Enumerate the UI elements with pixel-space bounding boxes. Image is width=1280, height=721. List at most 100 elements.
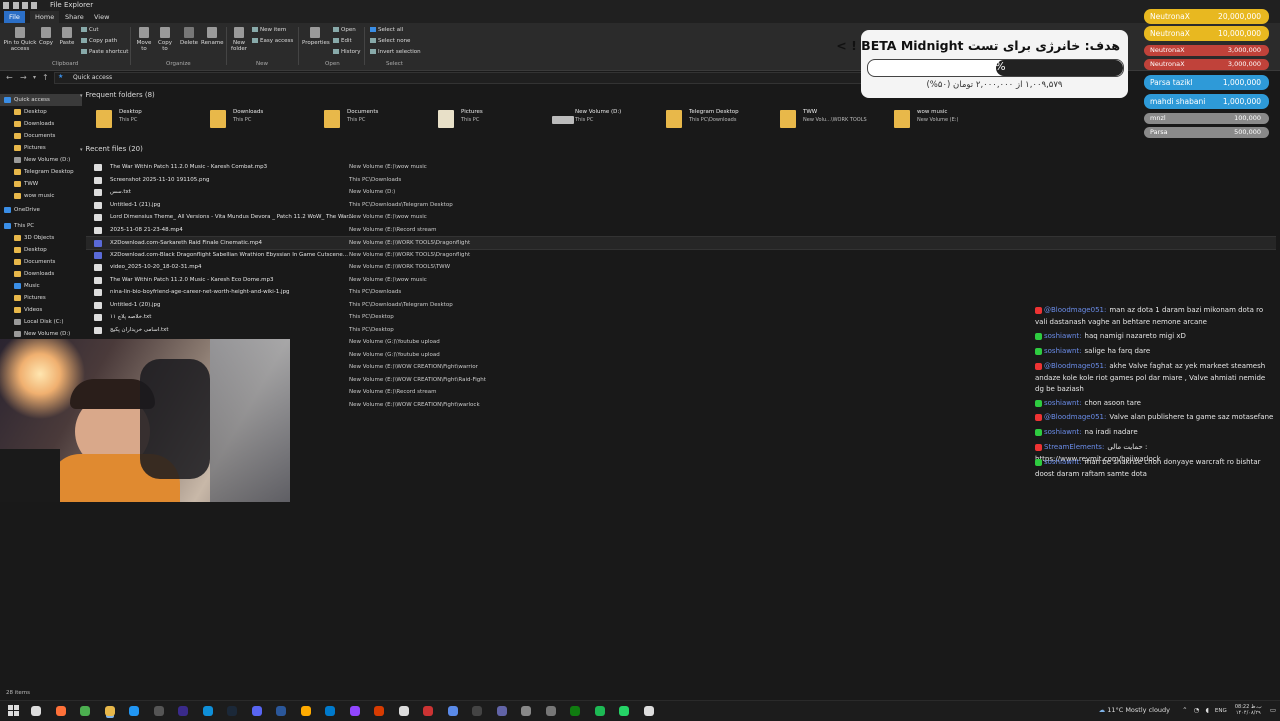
file-row[interactable]: Lord Dimensius Theme_ All Versions - Vit… [86, 211, 1276, 223]
folder-tile[interactable]: New Volume (D:) This PC [540, 106, 650, 132]
folder-tile[interactable]: TWW New Volu...\WORK TOOLS [768, 106, 878, 132]
folder-tile[interactable]: Downloads This PC [198, 106, 308, 132]
weather-text[interactable]: 11°C Mostly cloudy [1107, 706, 1170, 714]
new-folder-button[interactable]: New folder [229, 27, 249, 52]
tray-chevron-icon[interactable]: ⌃ [1182, 706, 1187, 714]
firefox-icon[interactable] [55, 706, 66, 716]
invert-selection-button[interactable]: Invert selection [370, 49, 421, 55]
folder-tile[interactable]: Documents This PC [312, 106, 422, 132]
move-to-button[interactable]: Move to [134, 27, 154, 52]
sidebar-item[interactable]: Quick access [0, 94, 82, 106]
folder-tile[interactable]: Desktop This PC [84, 106, 194, 132]
volume-icon[interactable]: ◖ [1205, 706, 1208, 714]
new-item-button[interactable]: New item [252, 27, 286, 33]
select-all-button[interactable]: Select all [370, 27, 403, 33]
sidebar-item[interactable]: OneDrive [0, 204, 82, 216]
properties-button[interactable]: Properties [302, 27, 330, 46]
file-row[interactable]: سس.txt New Volume (D:) [86, 186, 1276, 198]
back-icon[interactable]: ← [6, 73, 13, 82]
tab-view[interactable]: View [89, 11, 114, 23]
sidebar-item[interactable]: Music [0, 280, 92, 292]
whatsapp-icon[interactable] [619, 706, 629, 716]
app-icon[interactable] [472, 706, 482, 716]
app-icon[interactable] [521, 706, 531, 716]
open-button[interactable]: Open [333, 27, 356, 33]
premiere-icon[interactable] [178, 706, 188, 716]
vs-code-icon[interactable] [325, 706, 335, 716]
recent-files-header[interactable]: ▾ Recent files (20) [80, 145, 143, 153]
sidebar-item[interactable]: Pictures [0, 292, 92, 304]
app-icon[interactable] [545, 706, 556, 716]
steam-icon[interactable] [227, 706, 237, 716]
clock[interactable]: 08:22 ب.ظ ۱۴۰۴/۰۸/۲۹ [1235, 704, 1262, 716]
easy-access-button[interactable]: Easy access [252, 38, 293, 44]
chrome-icon[interactable] [129, 706, 139, 716]
paste-button[interactable]: Paste [58, 27, 76, 46]
file-row[interactable]: Untitled-1 (21).jpg This PC\Downloads\Tel… [86, 199, 1276, 211]
select-none-button[interactable]: Select none [370, 38, 410, 44]
chart-icon[interactable] [447, 706, 458, 716]
folder-tile[interactable]: Telegram Desktop This PC\Downloads [654, 106, 764, 132]
paste-shortcut-button[interactable]: Paste shortcut [81, 49, 128, 55]
tab-share[interactable]: Share [60, 11, 89, 23]
sidebar-item[interactable]: Desktop [0, 244, 92, 256]
sidebar-item[interactable]: Documents [0, 130, 92, 142]
copy-to-button[interactable]: Copy to [155, 27, 175, 52]
sidebar-item[interactable]: Downloads [0, 118, 92, 130]
media-icon[interactable] [643, 706, 654, 716]
up-icon[interactable]: ↑ [42, 73, 49, 82]
chrome-icon[interactable] [80, 706, 90, 716]
copy-button[interactable]: Copy [38, 27, 54, 46]
teams-icon[interactable] [496, 706, 507, 716]
file-row[interactable]: Screenshot 2025-11-10 191105.png This PC\… [86, 174, 1276, 186]
quick-access-toolbar-icon[interactable] [31, 2, 37, 9]
quick-access-toolbar-icon[interactable] [22, 2, 28, 9]
sidebar-item[interactable]: Telegram Desktop [0, 166, 92, 178]
pin-button[interactable]: Pin to Quick access [2, 27, 38, 52]
rename-button[interactable]: Rename [201, 27, 224, 46]
sidebar-item[interactable]: Videos [0, 304, 92, 316]
weather-icon[interactable]: ☁ [1099, 706, 1106, 714]
wifi-icon[interactable]: ◔ [1194, 706, 1200, 714]
quick-access-toolbar-icon[interactable] [13, 2, 19, 9]
sidebar-item[interactable]: New Volume (D:) [0, 154, 92, 166]
spotify-icon[interactable] [594, 706, 605, 716]
edit-button[interactable]: Edit [333, 38, 352, 44]
sidebar-item[interactable]: Local Disk (C:) [0, 316, 92, 328]
sidebar-item[interactable]: 3D Objects [0, 232, 92, 244]
forward-icon[interactable]: → [20, 73, 27, 82]
folder-tile[interactable]: Pictures This PC [426, 106, 536, 132]
cut-button[interactable]: Cut [81, 27, 98, 33]
sidebar-item[interactable]: TWW [0, 178, 92, 190]
edge-icon[interactable] [202, 706, 213, 716]
folder-tile[interactable]: wow music New Volume (E:) [882, 106, 992, 132]
address-bar[interactable]: ★ Quick access [54, 72, 866, 84]
office-icon[interactable] [374, 706, 384, 716]
sidebar-item[interactable]: Downloads [0, 268, 92, 280]
delete-button[interactable]: Delete [178, 27, 200, 46]
notepad-icon[interactable] [398, 706, 409, 716]
tab-file[interactable]: File [4, 11, 25, 23]
windows-start-icon[interactable] [8, 705, 20, 717]
xbox-icon[interactable] [570, 706, 580, 716]
sidebar-item[interactable]: wow music [0, 190, 92, 202]
sidebar-item[interactable]: Documents [0, 256, 92, 268]
app-icon[interactable] [423, 706, 433, 716]
file-explorer-icon[interactable] [104, 706, 115, 716]
notification-icon[interactable]: ▭ [1270, 706, 1276, 714]
word-icon[interactable] [276, 706, 286, 716]
file-row[interactable]: The War Within Patch 11.2.0 Music - Kare… [86, 161, 1276, 173]
file-row[interactable]: X2Download.com-Black Dragonflight Sabell… [86, 249, 1276, 261]
twitch-icon[interactable] [349, 706, 360, 716]
sidebar-item[interactable]: This PC [0, 220, 82, 232]
language-indicator[interactable]: ENG [1215, 708, 1227, 714]
file-row[interactable]: The War Within Patch 11.2.0 Music - Kare… [86, 274, 1276, 286]
rockstar-icon[interactable] [300, 706, 311, 716]
search-icon[interactable] [31, 706, 41, 716]
obs-icon[interactable] [153, 706, 164, 716]
frequent-folders-header[interactable]: ▾ Frequent folders (8) [80, 91, 155, 99]
file-row[interactable]: nina-lin-bio-boyfriend-age-career-net-wo… [86, 286, 1276, 298]
tab-home[interactable]: Home [30, 11, 60, 23]
discord-icon[interactable] [251, 706, 262, 716]
sidebar-item[interactable]: Desktop [0, 106, 92, 118]
